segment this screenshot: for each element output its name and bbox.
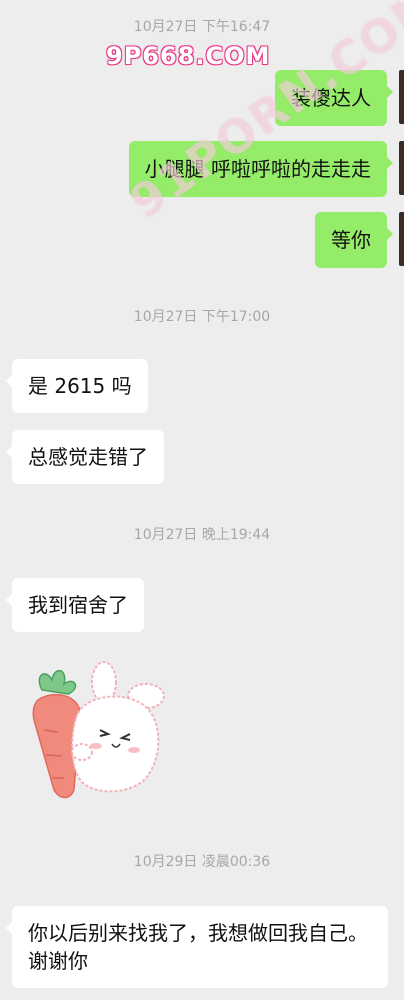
avatar[interactable] bbox=[399, 70, 404, 124]
message-incoming[interactable]: 是 2615 吗 bbox=[6, 359, 148, 413]
message-outgoing[interactable]: 等你 bbox=[315, 212, 393, 268]
watermark-logo: 9P668.COM bbox=[106, 42, 271, 70]
avatar[interactable] bbox=[399, 141, 404, 195]
timestamp: 10月29日 凌晨00:36 bbox=[133, 854, 271, 870]
avatar[interactable] bbox=[399, 212, 404, 266]
bunny-icon bbox=[32, 661, 165, 799]
message-incoming[interactable]: 我到宿舍了 bbox=[6, 578, 144, 632]
message-incoming[interactable]: 总感觉走错了 bbox=[6, 430, 164, 484]
bunny-carrot-sticker[interactable] bbox=[24, 660, 174, 810]
timestamp: 10月27日 下午17:00 bbox=[133, 309, 271, 325]
timestamp: 10月27日 晚上19:44 bbox=[133, 527, 271, 543]
message-incoming[interactable]: 你以后别来找我了，我想做回我自己。谢谢你 bbox=[6, 906, 388, 988]
